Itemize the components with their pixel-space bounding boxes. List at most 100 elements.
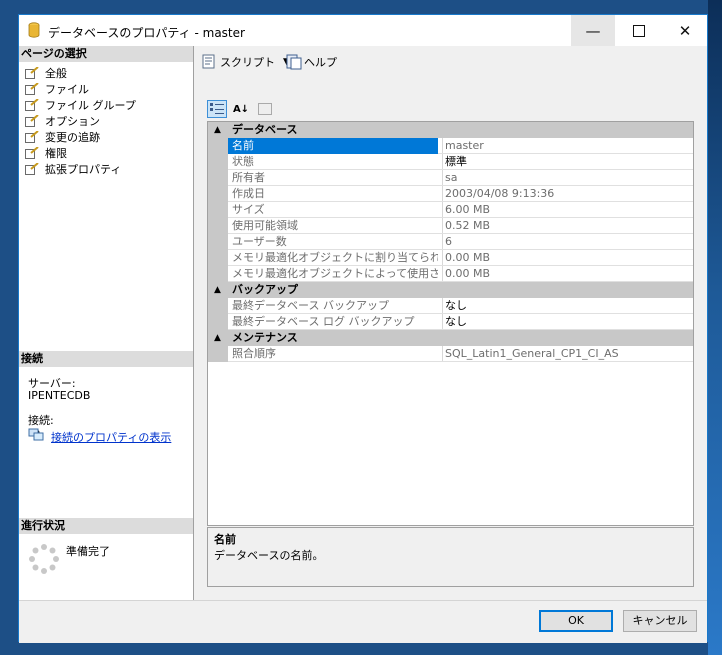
page-icon (25, 131, 39, 143)
property-pages-icon (258, 103, 272, 115)
property-value: 6 (442, 234, 695, 249)
database-properties-dialog: データベースのプロパティ - master — ✕ ページの選択 全般 ファイル… (18, 14, 708, 643)
help-button[interactable]: ヘルプ (286, 54, 337, 70)
nav-item-label: ファイル グループ (45, 99, 136, 112)
category-database[interactable]: ▲ データベース (208, 122, 693, 138)
property-value: 0.00 MB (442, 250, 695, 265)
page-icon (25, 99, 39, 111)
property-grid-toolbar: A↓ (207, 98, 279, 120)
page-icon (25, 147, 39, 159)
desktop-background (708, 0, 722, 655)
nav-item-permissions[interactable]: 権限 (25, 145, 67, 161)
property-value: SQL_Latin1_General_CP1_CI_AS (442, 346, 695, 361)
property-name: メモリ最適化オブジェクトに割り当てられたメモリ (232, 251, 438, 264)
property-pages-button[interactable] (255, 100, 275, 118)
progress-header: 進行状況 (19, 518, 193, 534)
property-value: 6.00 MB (442, 202, 695, 217)
progress-spinner-icon (29, 544, 59, 574)
alphabetical-sort-button[interactable]: A↓ (231, 100, 251, 118)
grid-gutter (208, 298, 228, 330)
left-panel: ページの選択 全般 ファイル ファイル グループ オプション 変更の追跡 権限 … (19, 46, 194, 600)
categorized-icon (210, 103, 224, 114)
view-connection-properties-link[interactable]: 接続のプロパティの表示 (51, 429, 171, 445)
close-button[interactable]: ✕ (663, 15, 707, 46)
nav-item-extended-properties[interactable]: 拡張プロパティ (25, 161, 121, 177)
page-icon (25, 163, 39, 175)
maximize-icon (633, 24, 645, 37)
minimize-button[interactable]: — (571, 15, 615, 46)
database-icon (28, 22, 40, 38)
property-value: なし (442, 298, 695, 313)
property-value: 0.52 MB (442, 218, 695, 233)
property-row[interactable]: サイズ 6.00 MB (228, 202, 693, 218)
property-row[interactable]: 作成日 2003/04/08 9:13:36 (228, 186, 693, 202)
nav-item-options[interactable]: オプション (25, 113, 100, 129)
window-title: データベースのプロパティ - master (48, 26, 245, 40)
property-name: サイズ (232, 203, 265, 216)
grid-gutter (208, 346, 228, 362)
category-backup[interactable]: ▲ バックアップ (208, 282, 693, 298)
property-row[interactable]: 状態 標準 (228, 154, 693, 170)
nav-item-label: 権限 (45, 147, 67, 160)
collapse-icon[interactable]: ▲ (214, 122, 221, 138)
grid-gutter (208, 138, 228, 282)
collapse-icon[interactable]: ▲ (214, 282, 221, 298)
property-name: 名前 (228, 138, 438, 154)
nav-item-files[interactable]: ファイル (25, 81, 89, 97)
page-icon (25, 115, 39, 127)
nav-item-filegroups[interactable]: ファイル グループ (25, 97, 136, 113)
property-row[interactable]: 名前 master (228, 138, 693, 154)
property-row[interactable]: 所有者 sa (228, 170, 693, 186)
property-row[interactable]: メモリ最適化オブジェクトに割り当てられたメモリ 0.00 MB (228, 250, 693, 266)
property-row[interactable]: 最終データベース ログ バックアップ なし (228, 314, 693, 330)
collapse-icon[interactable]: ▲ (214, 330, 221, 346)
nav-item-label: 変更の追跡 (45, 131, 100, 144)
connection-header: 接続 (19, 351, 193, 367)
category-label: データベース (232, 123, 298, 136)
property-value: なし (442, 314, 695, 329)
ok-button[interactable]: OK (539, 610, 613, 632)
property-name: 照合順序 (232, 347, 276, 360)
property-row[interactable]: メモリ最適化オブジェクトによって使用されるメモリ 0.00 MB (228, 266, 693, 282)
property-value: sa (442, 170, 695, 185)
property-value: 標準 (442, 154, 695, 169)
property-name: ユーザー数 (232, 235, 287, 248)
property-name: 状態 (232, 155, 254, 168)
help-label: ヘルプ (304, 56, 337, 69)
toolbar: スクリプト ▼ ヘルプ (194, 46, 707, 80)
property-grid: ▲ データベース 名前 master 状態 標準 所有者 sa 作成日 2003/04/… (207, 121, 694, 526)
property-name: 使用可能領域 (232, 219, 298, 232)
nav-item-change-tracking[interactable]: 変更の追跡 (25, 129, 100, 145)
script-label: スクリプト (220, 56, 275, 69)
title-bar[interactable]: データベースのプロパティ - master — ✕ (19, 15, 707, 46)
categorized-view-button[interactable] (207, 100, 227, 118)
property-name: 最終データベース バックアップ (232, 299, 389, 312)
select-page-header: ページの選択 (19, 46, 193, 62)
property-row[interactable]: 最終データベース バックアップ なし (228, 298, 693, 314)
category-label: バックアップ (232, 283, 298, 296)
nav-item-label: 拡張プロパティ (45, 163, 122, 176)
description-text: データベースの名前。 (214, 549, 324, 562)
property-row[interactable]: 使用可能領域 0.52 MB (228, 218, 693, 234)
cancel-button[interactable]: キャンセル (623, 610, 697, 632)
nav-item-general[interactable]: 全般 (25, 65, 67, 81)
property-name: 所有者 (232, 171, 265, 184)
nav-item-label: オプション (45, 115, 100, 128)
property-name: 最終データベース ログ バックアップ (232, 315, 415, 328)
script-icon (202, 54, 215, 69)
category-maintenance[interactable]: ▲ メンテナンス (208, 330, 693, 346)
property-row[interactable]: 照合順序 SQL_Latin1_General_CP1_CI_AS (228, 346, 693, 362)
page-icon (25, 83, 39, 95)
maximize-button[interactable] (617, 15, 661, 46)
help-book-icon (286, 54, 302, 70)
sort-az-icon: A↓ (232, 103, 250, 115)
property-value: master (442, 138, 695, 153)
script-button[interactable]: スクリプト ▼ (202, 54, 290, 70)
description-title: 名前 (214, 533, 236, 546)
connection-properties-icon (28, 428, 44, 441)
property-name: 作成日 (232, 187, 265, 200)
property-row[interactable]: ユーザー数 6 (228, 234, 693, 250)
description-panel: 名前 データベースの名前。 (207, 527, 694, 587)
dialog-footer: OK キャンセル (19, 600, 707, 643)
nav-item-label: ファイル (45, 83, 89, 96)
